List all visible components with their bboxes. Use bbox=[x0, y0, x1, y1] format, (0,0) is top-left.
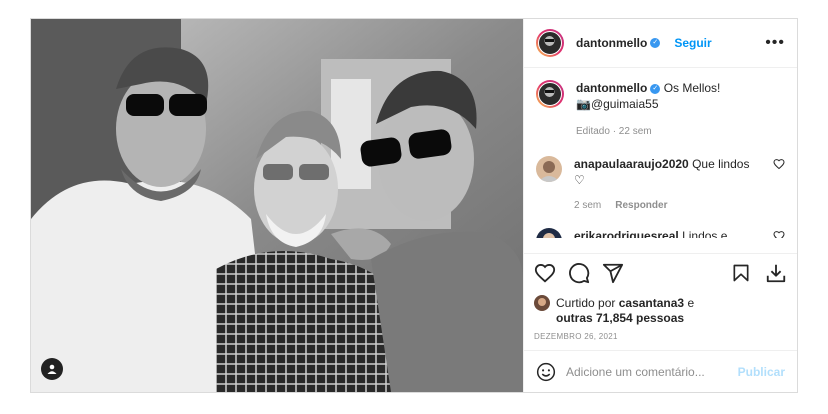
comment-item: erikarodriguesreal Lindos e bbox=[536, 228, 785, 238]
comment-item: anapaulaaraujo2020 Que lindos ♡ 2 sem Res… bbox=[536, 156, 785, 214]
comment-meta: 2 sem Responder bbox=[574, 198, 767, 214]
follow-button[interactable]: Seguir bbox=[674, 36, 711, 50]
comment-like-icon[interactable] bbox=[773, 158, 785, 170]
user-tag-icon[interactable] bbox=[41, 358, 63, 380]
avatar-image bbox=[538, 31, 562, 55]
download-icon[interactable] bbox=[765, 262, 787, 284]
comment-body: Lindos e bbox=[682, 229, 728, 238]
heart-icon[interactable] bbox=[534, 262, 556, 284]
comment-username[interactable]: anapaulaaraujo2020 bbox=[574, 157, 689, 171]
likes-conj: e bbox=[687, 296, 695, 310]
verified-badge-icon: ✓ bbox=[650, 83, 661, 94]
comment-time: 2 sem bbox=[574, 200, 602, 211]
post-date[interactable]: DEZEMBRO 26, 2021 bbox=[534, 332, 787, 341]
comment-icon[interactable] bbox=[568, 262, 590, 284]
photo-illustration bbox=[31, 19, 523, 392]
more-options-icon[interactable]: ••• bbox=[765, 34, 785, 52]
comments-list[interactable]: dantonmello ✓ Os Mellos! 📷@guimaia55 Edit… bbox=[524, 68, 797, 238]
liker-avatar[interactable] bbox=[534, 295, 550, 311]
comment-input[interactable]: Adicione um comentário... bbox=[566, 365, 738, 379]
comment-body: Que lindos bbox=[692, 157, 750, 171]
caption-mention[interactable]: 📷@guimaia55 bbox=[576, 97, 659, 111]
comment-heart-glyph: ♡ bbox=[574, 173, 585, 187]
bookmark-icon[interactable] bbox=[731, 263, 751, 283]
comment-avatar[interactable] bbox=[536, 228, 562, 238]
add-comment-bar: Adicione um comentário... Publicar bbox=[524, 350, 797, 392]
post-photo[interactable] bbox=[31, 19, 523, 392]
reply-button[interactable]: Responder bbox=[615, 200, 667, 211]
author-avatar[interactable] bbox=[536, 29, 564, 57]
likes-user[interactable]: casantana3 bbox=[619, 296, 684, 310]
publish-button[interactable]: Publicar bbox=[738, 365, 785, 379]
comment-like-icon[interactable] bbox=[773, 230, 785, 238]
likes-prefix: Curtido por bbox=[556, 296, 616, 310]
author-username[interactable]: dantonmello bbox=[576, 36, 647, 50]
post-actions: Curtido por casantana3 e outras 71,854 p… bbox=[524, 253, 797, 341]
comment-text: erikarodriguesreal Lindos e bbox=[574, 228, 767, 238]
share-icon[interactable] bbox=[602, 262, 624, 284]
emoji-icon[interactable] bbox=[536, 362, 556, 382]
post-header: dantonmello ✓ Seguir ••• bbox=[524, 19, 797, 68]
post-side-panel: dantonmello ✓ Seguir ••• dantonmello ✓ Os… bbox=[523, 19, 797, 392]
likes-others[interactable]: outras 71,854 pessoas bbox=[556, 311, 684, 325]
caption-avatar[interactable] bbox=[536, 80, 564, 108]
caption-body: Os Mellos! bbox=[663, 81, 721, 95]
comment-text: anapaulaaraujo2020 Que lindos ♡ 2 sem Res… bbox=[574, 156, 767, 214]
verified-badge-icon: ✓ bbox=[650, 38, 661, 48]
caption-username[interactable]: dantonmello bbox=[576, 81, 647, 95]
comment-avatar[interactable] bbox=[536, 156, 562, 182]
post-card: dantonmello ✓ Seguir ••• dantonmello ✓ Os… bbox=[30, 18, 798, 393]
avatar-image bbox=[538, 82, 562, 106]
likes-text: Curtido por casantana3 e outras 71,854 p… bbox=[556, 296, 694, 326]
comment-username[interactable]: erikarodriguesreal bbox=[574, 229, 679, 238]
action-icons-row bbox=[534, 260, 787, 286]
caption-edited: Editado · 22 sem bbox=[576, 126, 652, 137]
caption-text: dantonmello ✓ Os Mellos! 📷@guimaia55 Edit… bbox=[576, 80, 785, 140]
likes-summary: Curtido por casantana3 e outras 71,854 p… bbox=[534, 295, 787, 326]
action-icons-right bbox=[717, 262, 787, 284]
caption: dantonmello ✓ Os Mellos! 📷@guimaia55 Edit… bbox=[536, 80, 785, 140]
